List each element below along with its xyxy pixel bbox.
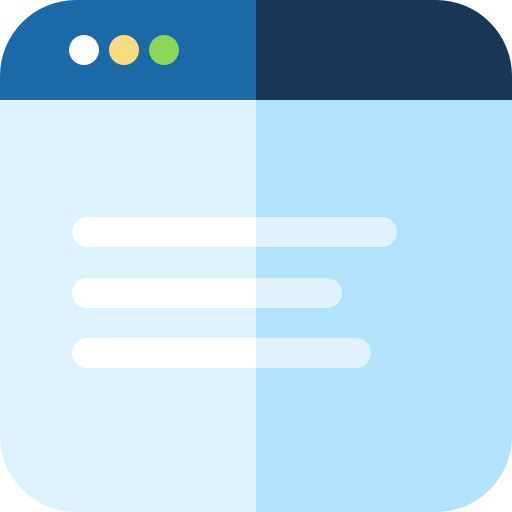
text-line-1 (72, 217, 397, 247)
browser-window-graphic (0, 0, 512, 512)
window-frame (0, 0, 512, 512)
maximize-dot-icon (149, 35, 179, 65)
title-bar-right (256, 0, 512, 100)
text-line-2 (72, 278, 342, 308)
close-dot-icon (69, 35, 99, 65)
window-controls (69, 35, 179, 65)
minimize-dot-icon (109, 35, 139, 65)
text-line-3 (72, 338, 371, 368)
browser-window-icon (0, 0, 512, 512)
